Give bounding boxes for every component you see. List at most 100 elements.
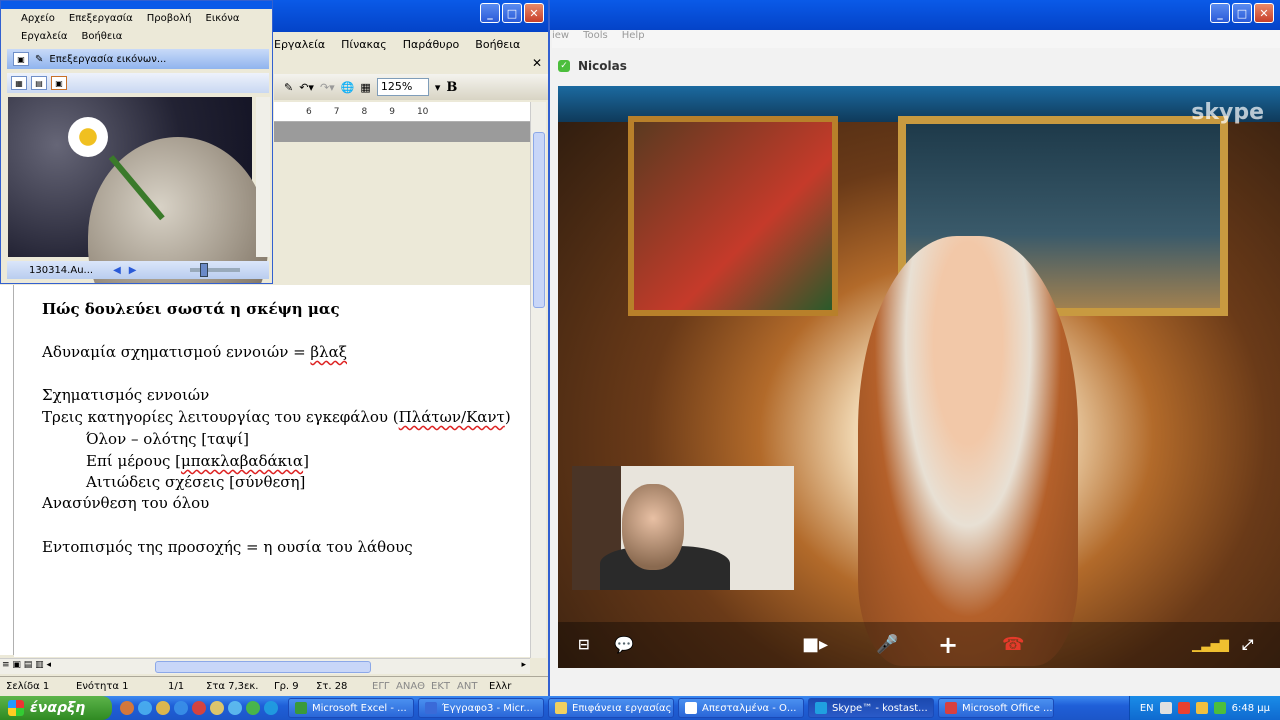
document-page[interactable] xyxy=(14,285,530,657)
task-desktop[interactable]: Επιφάνεια εργασίας xyxy=(548,698,674,718)
status-ext[interactable]: ΕΚΤ xyxy=(425,681,451,692)
single-view-icon[interactable]: ▣ xyxy=(51,76,67,90)
status-trk[interactable]: ΑΝΑΘ xyxy=(390,681,425,692)
media-icon[interactable] xyxy=(192,701,206,715)
online-status-icon: ✓ xyxy=(558,60,570,72)
zoom-slider[interactable] xyxy=(190,263,241,277)
minimize-icon[interactable]: _ xyxy=(1210,3,1230,23)
menu-help[interactable]: Βοήθεια xyxy=(475,36,520,56)
menu-tools[interactable]: Εργαλεία xyxy=(21,31,67,42)
menu-file[interactable]: Αρχείο xyxy=(21,13,55,24)
menu-help[interactable]: Help xyxy=(622,30,645,48)
task-label: Microsoft Excel - ... xyxy=(312,702,407,714)
filmstrip-view-icon[interactable]: ▤ xyxy=(31,76,47,90)
remote-participant xyxy=(858,236,1078,666)
ruler-tick: 10 xyxy=(416,106,429,117)
close-document-icon[interactable]: ✕ xyxy=(532,56,542,70)
chat-icon[interactable]: 💬 xyxy=(614,634,634,656)
outlook-icon[interactable] xyxy=(156,701,170,715)
scroll-thumb[interactable] xyxy=(533,132,545,308)
status-rec[interactable]: ΕΓΓ xyxy=(366,681,390,692)
fullscreen-icon[interactable]: ⤢ xyxy=(1242,634,1253,656)
ruler-tick: 6 xyxy=(306,106,312,117)
menu-help[interactable]: Βοήθεια xyxy=(81,31,122,42)
menu-view[interactable]: Προβολή xyxy=(147,13,192,24)
bold-button[interactable]: B xyxy=(446,80,457,95)
self-view-video[interactable] xyxy=(572,466,794,590)
firefox-icon[interactable] xyxy=(120,701,134,715)
menu-picture[interactable]: Εικόνα xyxy=(206,13,240,24)
skype-icon[interactable] xyxy=(264,701,278,715)
task-outlook[interactable]: Απεσταλμένα - Ο... xyxy=(678,698,804,718)
edit-pictures-button[interactable]: Επεξεργασία εικόνων... xyxy=(49,54,166,65)
task-office[interactable]: Microsoft Office ... xyxy=(938,698,1054,718)
scroll-thumb[interactable] xyxy=(155,661,371,673)
status-ovr[interactable]: ΑΝΤ xyxy=(451,681,483,692)
menu-table[interactable]: Πίνακας xyxy=(341,36,387,56)
ie-icon[interactable] xyxy=(228,701,242,715)
hyperlink-icon[interactable]: 🌐 xyxy=(341,81,355,94)
task-label: Microsoft Office ... xyxy=(962,702,1053,714)
skype-tray-icon[interactable] xyxy=(1213,702,1226,714)
next-arrow-icon[interactable]: ▶ xyxy=(129,265,137,276)
clock[interactable]: 6:48 μμ xyxy=(1232,703,1270,714)
menu-window[interactable]: Παράθυρο xyxy=(403,36,460,56)
horizontal-ruler[interactable]: 6 7 8 9 10 xyxy=(274,102,530,122)
menu-tools[interactable]: Εργαλεία xyxy=(274,36,325,56)
chevron-down-icon[interactable]: ▾ xyxy=(435,81,441,94)
vertical-ruler[interactable] xyxy=(0,285,14,655)
tables-icon[interactable]: ▦ xyxy=(360,81,370,94)
ie-icon[interactable] xyxy=(138,701,152,715)
task-excel[interactable]: Microsoft Excel - ... xyxy=(288,698,414,718)
printer-icon[interactable] xyxy=(1159,702,1172,714)
save-icon[interactable]: ▣ xyxy=(13,52,29,66)
language-indicator[interactable]: EN xyxy=(1140,703,1154,714)
slider-thumb[interactable] xyxy=(200,263,209,277)
horizontal-scrollbar[interactable]: ≡ ▣ ▤ ▥ ◂ ▸ xyxy=(0,658,530,674)
start-button[interactable]: έναρξη xyxy=(0,696,112,720)
contact-name[interactable]: Nicolas xyxy=(578,59,627,73)
redo-icon[interactable]: ↷▾ xyxy=(320,81,335,94)
prev-arrow-icon[interactable]: ◀ xyxy=(113,265,121,276)
format-painter-icon[interactable]: ✎ xyxy=(284,81,293,94)
hang-up-icon[interactable]: ☎ xyxy=(1002,634,1024,656)
task-skype[interactable]: Skype™ - kostast... xyxy=(808,698,934,718)
ie-icon[interactable] xyxy=(174,701,188,715)
self-face xyxy=(622,484,684,570)
zoom-select[interactable]: 125% xyxy=(376,78,429,96)
vertical-scrollbar[interactable] xyxy=(530,102,546,658)
view-mode-toolbar: ▦ ▤ ▣ xyxy=(7,73,269,93)
doc-text: Τρεις κατηγορίες λειτουργίας του εγκεφάλ… xyxy=(42,408,399,426)
menu-view[interactable]: iew xyxy=(552,30,569,48)
video-camera-icon[interactable]: ■▸ xyxy=(802,634,828,656)
menu-edit[interactable]: Επεξεργασία xyxy=(69,13,133,24)
menu-tools[interactable]: Tools xyxy=(583,30,608,48)
security-icon[interactable] xyxy=(1195,702,1208,714)
view-buttons-icon[interactable]: ≡ ▣ ▤ ▥ ◂ xyxy=(2,660,51,670)
close-icon[interactable]: ✕ xyxy=(1254,3,1274,23)
call-controls: ⊟ 💬 ■▸ 🎤 + ☎ ▁▃▅▇ ⤢ xyxy=(558,622,1280,668)
viewer-title-bar[interactable] xyxy=(1,1,272,9)
task-word[interactable]: Έγγραφο3 - Micr... xyxy=(418,698,544,718)
exit-fullscreen-icon[interactable]: ⊟ xyxy=(578,634,590,656)
microphone-icon[interactable]: 🎤 xyxy=(876,634,898,656)
skype-title-bar[interactable]: _ □ ✕ xyxy=(550,0,1280,30)
call-quality-icon[interactable]: ▁▃▅▇ xyxy=(1192,634,1229,656)
picture-preview[interactable] xyxy=(8,97,268,283)
maximize-icon[interactable]: □ xyxy=(502,3,522,23)
close-icon[interactable]: ✕ xyxy=(524,3,544,23)
windows-logo-icon xyxy=(8,700,24,716)
maximize-icon[interactable]: □ xyxy=(1232,3,1252,23)
video-call-area[interactable]: skype ⊟ 💬 ■▸ 🎤 + ☎ ▁▃▅▇ ⤢ xyxy=(558,86,1280,668)
scroll-right-icon[interactable]: ▸ xyxy=(521,660,526,670)
add-icon[interactable]: + xyxy=(938,633,958,657)
undo-icon[interactable]: ↶▾ xyxy=(299,81,314,94)
explorer-icon[interactable] xyxy=(210,701,224,715)
network-icon[interactable] xyxy=(1177,702,1190,714)
viewer-scrollbar[interactable] xyxy=(256,97,270,257)
thumbnail-view-icon[interactable]: ▦ xyxy=(11,76,27,90)
doc-text: ] xyxy=(303,452,309,470)
minimize-icon[interactable]: _ xyxy=(480,3,500,23)
mail-icon xyxy=(685,702,697,714)
chrome-icon[interactable] xyxy=(246,701,260,715)
